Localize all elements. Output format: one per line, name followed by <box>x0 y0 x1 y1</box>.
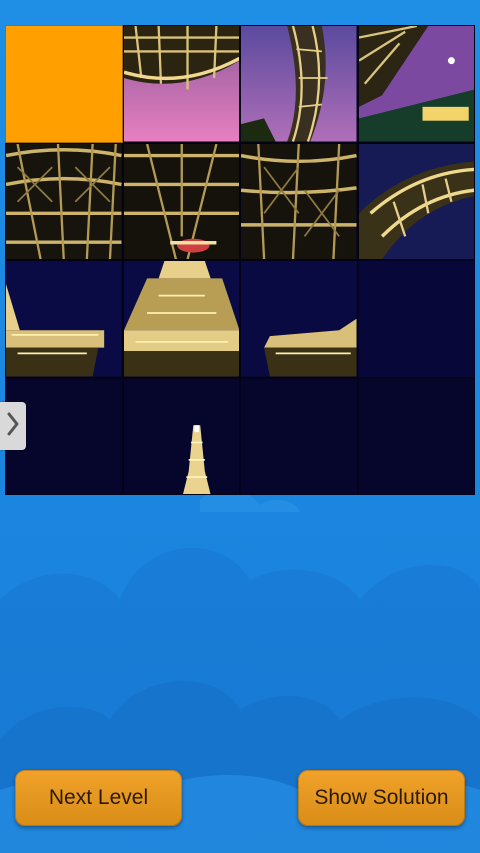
puzzle-board <box>5 25 475 495</box>
puzzle-tile[interactable] <box>357 377 475 495</box>
side-panel-handle[interactable] <box>0 402 26 450</box>
puzzle-tile[interactable] <box>122 377 240 495</box>
puzzle-tile[interactable] <box>357 25 475 143</box>
puzzle-tile[interactable] <box>5 142 123 260</box>
puzzle-tile[interactable] <box>122 25 240 143</box>
puzzle-tile[interactable] <box>122 142 240 260</box>
puzzle-tile[interactable] <box>240 260 358 378</box>
puzzle-tile[interactable] <box>5 260 123 378</box>
puzzle-tile[interactable] <box>357 260 475 378</box>
puzzle-tile[interactable] <box>240 25 358 143</box>
puzzle-tile[interactable] <box>240 142 358 260</box>
next-level-button[interactable]: Next Level <box>15 770 182 826</box>
chevron-right-icon <box>6 411 20 442</box>
show-solution-button[interactable]: Show Solution <box>298 770 465 826</box>
puzzle-tile-empty[interactable] <box>5 25 123 143</box>
puzzle-tile[interactable] <box>240 377 358 495</box>
puzzle-tile[interactable] <box>357 142 475 260</box>
puzzle-tile[interactable] <box>122 260 240 378</box>
